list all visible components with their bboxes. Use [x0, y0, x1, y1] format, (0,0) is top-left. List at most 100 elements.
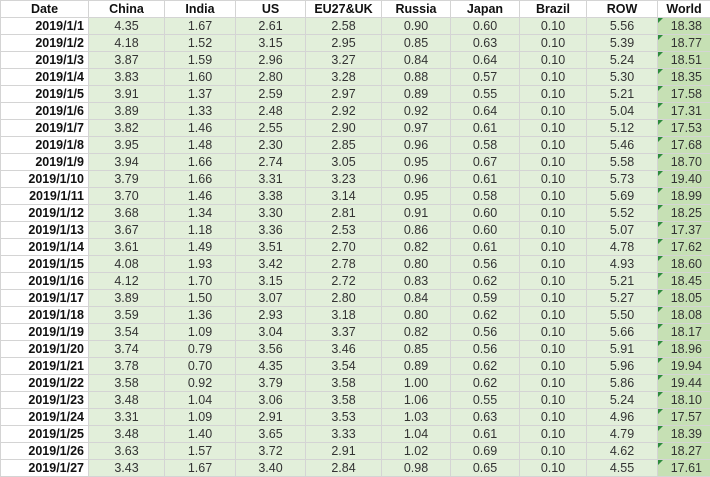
- japan-value-cell[interactable]: 0.61: [450, 170, 520, 188]
- russia-value-cell[interactable]: 0.96: [381, 170, 451, 188]
- japan-value-cell[interactable]: 0.60: [450, 204, 520, 222]
- header-cell-india[interactable]: India: [164, 0, 236, 18]
- russia-value-cell[interactable]: 1.00: [381, 374, 451, 392]
- india-value-cell[interactable]: 1.67: [164, 17, 236, 35]
- world-value-cell[interactable]: 17.37: [657, 221, 710, 239]
- world-value-cell[interactable]: 17.31: [657, 102, 710, 120]
- row-value-cell[interactable]: 4.78: [586, 238, 658, 256]
- china-value-cell[interactable]: 3.91: [88, 85, 165, 103]
- date-cell[interactable]: 2019/1/24: [0, 408, 89, 426]
- date-cell[interactable]: 2019/1/21: [0, 357, 89, 375]
- us-value-cell[interactable]: 3.56: [235, 340, 306, 358]
- russia-value-cell[interactable]: 0.85: [381, 34, 451, 52]
- date-cell[interactable]: 2019/1/23: [0, 391, 89, 409]
- eu27-uk-value-cell[interactable]: 3.58: [305, 374, 382, 392]
- japan-value-cell[interactable]: 0.64: [450, 102, 520, 120]
- japan-value-cell[interactable]: 0.57: [450, 68, 520, 86]
- us-value-cell[interactable]: 3.15: [235, 34, 306, 52]
- brazil-value-cell[interactable]: 0.10: [519, 425, 587, 443]
- date-cell[interactable]: 2019/1/4: [0, 68, 89, 86]
- date-cell[interactable]: 2019/1/18: [0, 306, 89, 324]
- us-value-cell[interactable]: 2.91: [235, 408, 306, 426]
- brazil-value-cell[interactable]: 0.10: [519, 459, 587, 477]
- row-value-cell[interactable]: 5.30: [586, 68, 658, 86]
- world-value-cell[interactable]: 18.99: [657, 187, 710, 205]
- date-cell[interactable]: 2019/1/25: [0, 425, 89, 443]
- world-value-cell[interactable]: 18.25: [657, 204, 710, 222]
- world-value-cell[interactable]: 17.61: [657, 459, 710, 477]
- header-cell-japan[interactable]: Japan: [450, 0, 520, 18]
- india-value-cell[interactable]: 1.46: [164, 119, 236, 137]
- brazil-value-cell[interactable]: 0.10: [519, 221, 587, 239]
- brazil-value-cell[interactable]: 0.10: [519, 238, 587, 256]
- india-value-cell[interactable]: 1.67: [164, 459, 236, 477]
- eu27-uk-value-cell[interactable]: 3.18: [305, 306, 382, 324]
- china-value-cell[interactable]: 3.59: [88, 306, 165, 324]
- us-value-cell[interactable]: 3.31: [235, 170, 306, 188]
- eu27-uk-value-cell[interactable]: 3.53: [305, 408, 382, 426]
- russia-value-cell[interactable]: 1.02: [381, 442, 451, 460]
- eu27-uk-value-cell[interactable]: 3.28: [305, 68, 382, 86]
- eu27-uk-value-cell[interactable]: 2.95: [305, 34, 382, 52]
- japan-value-cell[interactable]: 0.56: [450, 340, 520, 358]
- japan-value-cell[interactable]: 0.61: [450, 119, 520, 137]
- date-cell[interactable]: 2019/1/8: [0, 136, 89, 154]
- china-value-cell[interactable]: 3.58: [88, 374, 165, 392]
- row-value-cell[interactable]: 5.58: [586, 153, 658, 171]
- japan-value-cell[interactable]: 0.67: [450, 153, 520, 171]
- china-value-cell[interactable]: 4.12: [88, 272, 165, 290]
- us-value-cell[interactable]: 3.06: [235, 391, 306, 409]
- row-value-cell[interactable]: 5.07: [586, 221, 658, 239]
- japan-value-cell[interactable]: 0.65: [450, 459, 520, 477]
- china-value-cell[interactable]: 3.89: [88, 102, 165, 120]
- russia-value-cell[interactable]: 0.92: [381, 102, 451, 120]
- japan-value-cell[interactable]: 0.55: [450, 391, 520, 409]
- date-cell[interactable]: 2019/1/17: [0, 289, 89, 307]
- russia-value-cell[interactable]: 0.84: [381, 289, 451, 307]
- brazil-value-cell[interactable]: 0.10: [519, 408, 587, 426]
- date-cell[interactable]: 2019/1/20: [0, 340, 89, 358]
- row-value-cell[interactable]: 5.04: [586, 102, 658, 120]
- china-value-cell[interactable]: 3.63: [88, 442, 165, 460]
- russia-value-cell[interactable]: 0.97: [381, 119, 451, 137]
- world-value-cell[interactable]: 18.38: [657, 17, 710, 35]
- russia-value-cell[interactable]: 0.86: [381, 221, 451, 239]
- date-cell[interactable]: 2019/1/7: [0, 119, 89, 137]
- india-value-cell[interactable]: 1.57: [164, 442, 236, 460]
- eu27-uk-value-cell[interactable]: 3.54: [305, 357, 382, 375]
- world-value-cell[interactable]: 19.40: [657, 170, 710, 188]
- india-value-cell[interactable]: 1.18: [164, 221, 236, 239]
- world-value-cell[interactable]: 18.77: [657, 34, 710, 52]
- world-value-cell[interactable]: 18.05: [657, 289, 710, 307]
- brazil-value-cell[interactable]: 0.10: [519, 391, 587, 409]
- us-value-cell[interactable]: 2.93: [235, 306, 306, 324]
- brazil-value-cell[interactable]: 0.10: [519, 187, 587, 205]
- eu27-uk-value-cell[interactable]: 2.97: [305, 85, 382, 103]
- india-value-cell[interactable]: 1.50: [164, 289, 236, 307]
- russia-value-cell[interactable]: 0.95: [381, 187, 451, 205]
- world-value-cell[interactable]: 18.51: [657, 51, 710, 69]
- japan-value-cell[interactable]: 0.58: [450, 187, 520, 205]
- world-value-cell[interactable]: 18.45: [657, 272, 710, 290]
- china-value-cell[interactable]: 3.79: [88, 170, 165, 188]
- india-value-cell[interactable]: 1.36: [164, 306, 236, 324]
- world-value-cell[interactable]: 18.27: [657, 442, 710, 460]
- india-value-cell[interactable]: 0.92: [164, 374, 236, 392]
- row-value-cell[interactable]: 5.56: [586, 17, 658, 35]
- china-value-cell[interactable]: 3.68: [88, 204, 165, 222]
- header-cell-us[interactable]: US: [235, 0, 306, 18]
- russia-value-cell[interactable]: 0.90: [381, 17, 451, 35]
- row-value-cell[interactable]: 5.96: [586, 357, 658, 375]
- brazil-value-cell[interactable]: 0.10: [519, 323, 587, 341]
- date-cell[interactable]: 2019/1/22: [0, 374, 89, 392]
- eu27-uk-value-cell[interactable]: 2.81: [305, 204, 382, 222]
- row-value-cell[interactable]: 5.50: [586, 306, 658, 324]
- row-value-cell[interactable]: 4.62: [586, 442, 658, 460]
- brazil-value-cell[interactable]: 0.10: [519, 204, 587, 222]
- brazil-value-cell[interactable]: 0.10: [519, 255, 587, 273]
- date-cell[interactable]: 2019/1/3: [0, 51, 89, 69]
- japan-value-cell[interactable]: 0.62: [450, 306, 520, 324]
- india-value-cell[interactable]: 1.09: [164, 408, 236, 426]
- japan-value-cell[interactable]: 0.62: [450, 374, 520, 392]
- china-value-cell[interactable]: 3.48: [88, 391, 165, 409]
